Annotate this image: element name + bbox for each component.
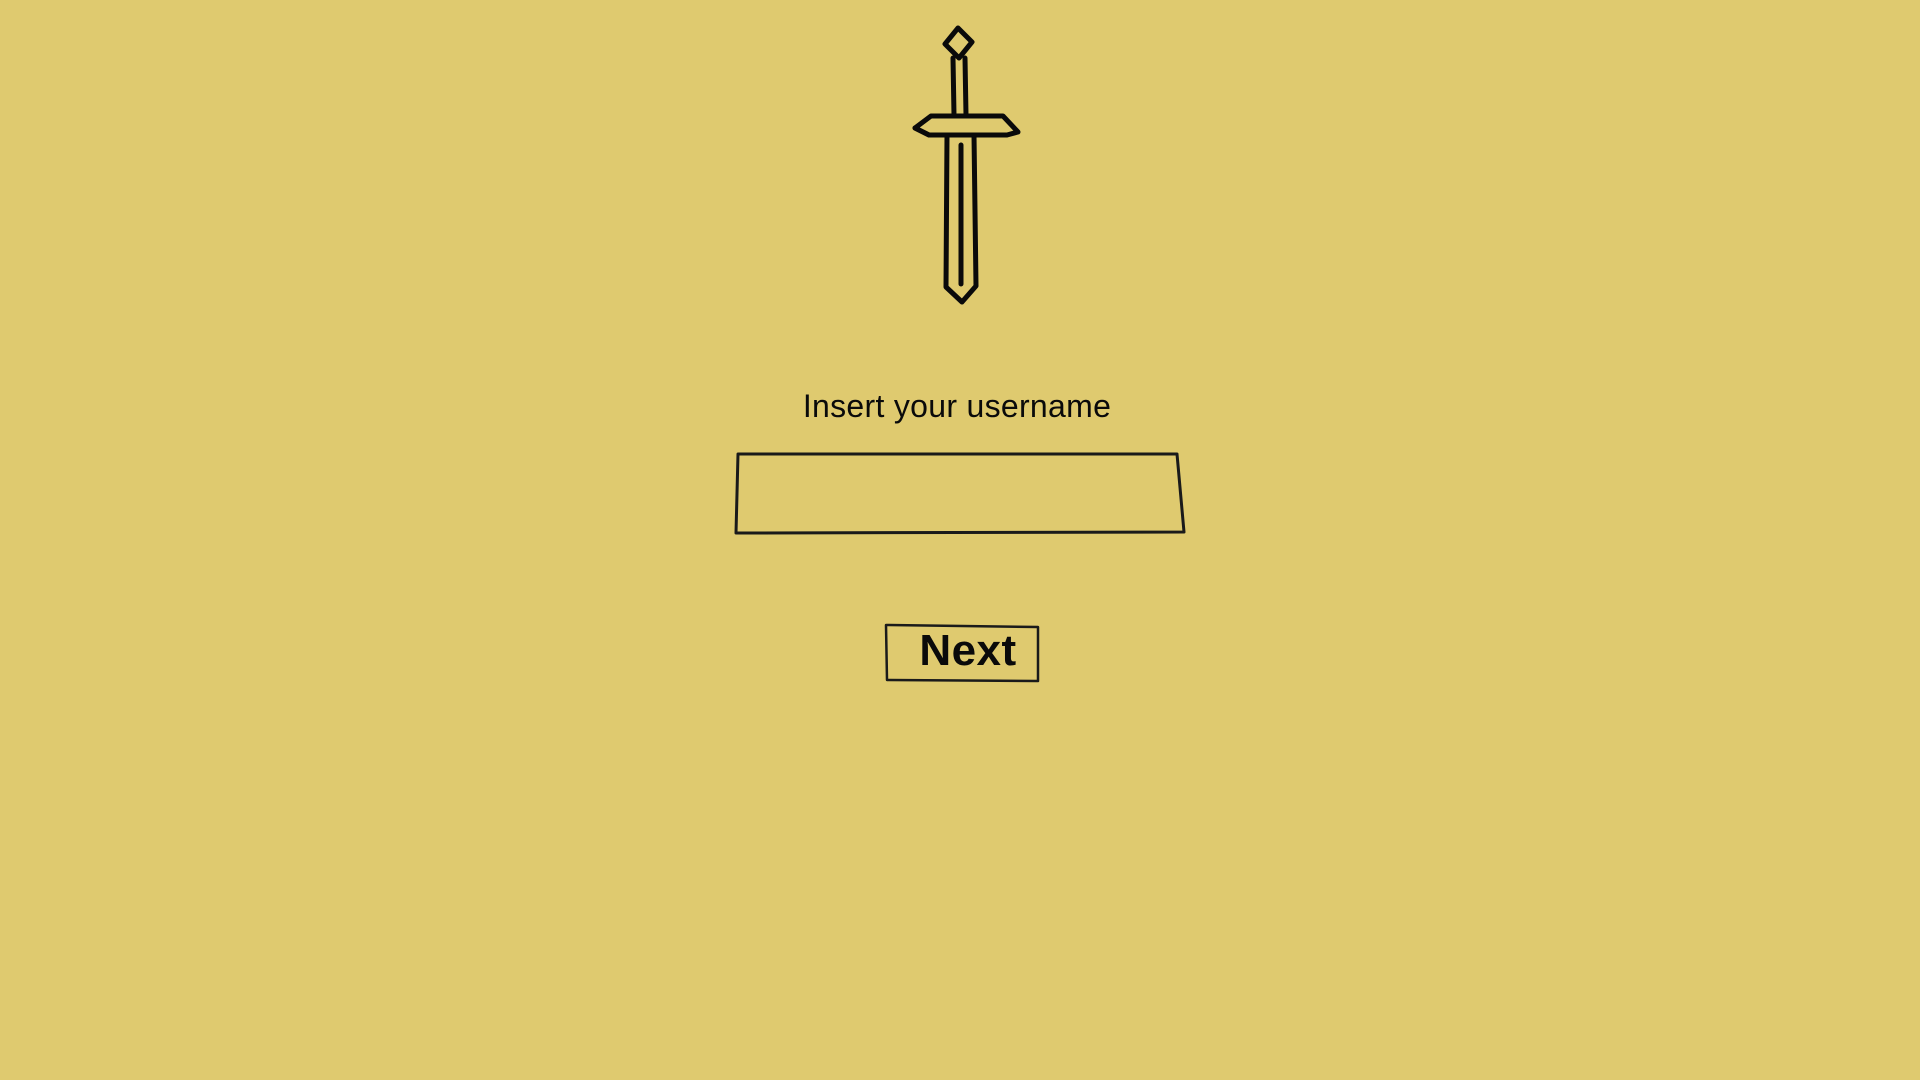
username-input[interactable] <box>745 461 1174 523</box>
username-field-container <box>733 451 1188 535</box>
next-button[interactable]: Next <box>884 623 1040 683</box>
next-button-label: Next <box>919 626 1017 675</box>
username-prompt: Insert your username <box>802 388 1112 424</box>
sword-icon <box>890 22 1030 310</box>
